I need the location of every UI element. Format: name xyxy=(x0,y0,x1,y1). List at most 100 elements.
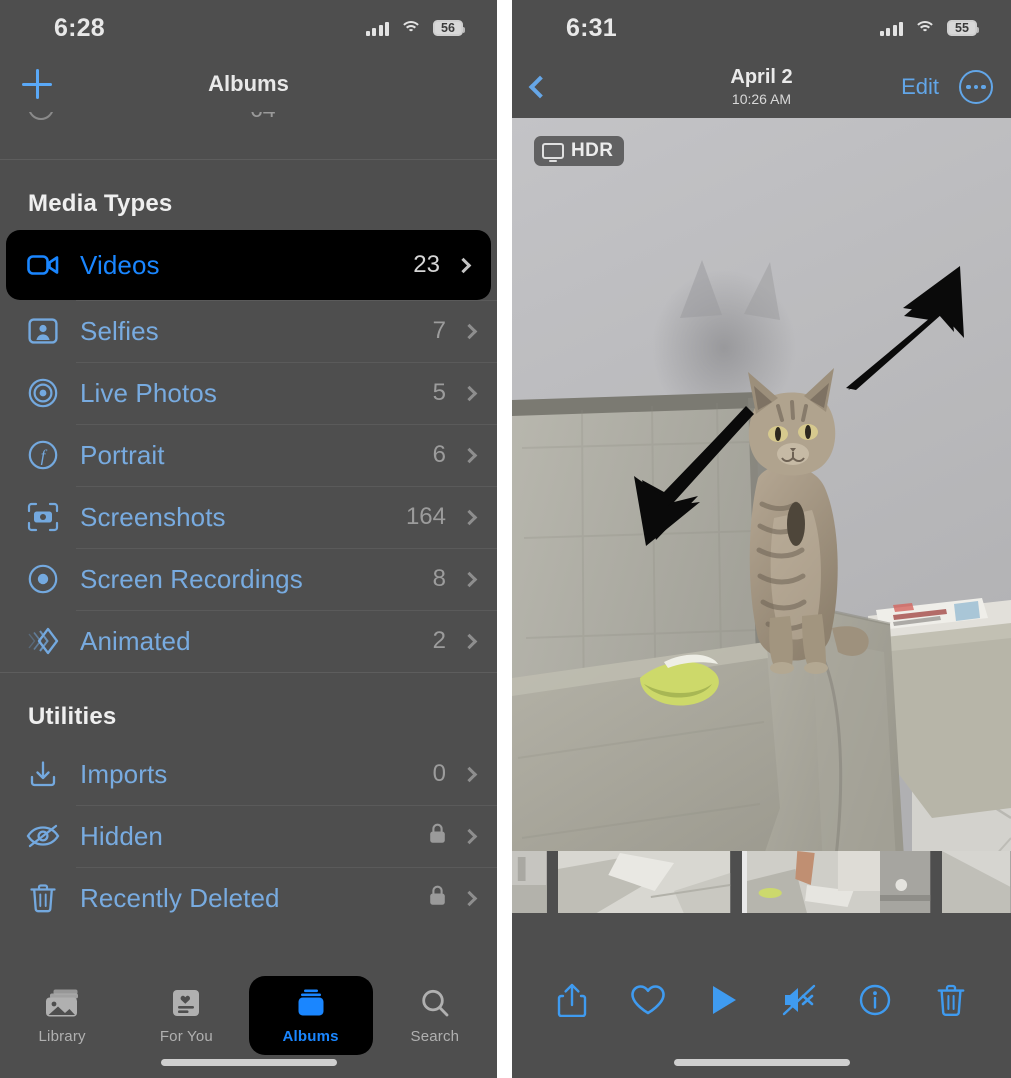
sidebar-item-screenshots[interactable]: Screenshots 164 xyxy=(0,486,497,548)
portrait-f-icon: f xyxy=(26,438,60,472)
sidebar-item-animated[interactable]: Animated 2 xyxy=(0,610,497,672)
chevron-right-icon xyxy=(455,257,472,273)
filmstrip-thumb[interactable] xyxy=(512,851,547,913)
photo-content xyxy=(512,118,1011,913)
svg-text:f: f xyxy=(41,447,48,466)
edit-button[interactable]: Edit xyxy=(901,74,939,100)
trash-icon xyxy=(937,984,965,1017)
sidebar-item-label: Screen Recordings xyxy=(80,563,303,594)
home-indicator[interactable] xyxy=(160,1059,337,1066)
sidebar-item-label: Recently Deleted xyxy=(80,882,280,913)
status-indicators: 55 xyxy=(879,20,979,36)
play-icon xyxy=(712,986,736,1014)
trash-icon xyxy=(26,881,60,915)
chevron-right-icon xyxy=(461,766,478,782)
sidebar-item-count: 6 xyxy=(432,441,446,468)
photo-date: April 2 xyxy=(730,66,793,89)
battery-icon: 55 xyxy=(947,20,979,36)
chevron-right-icon xyxy=(461,323,478,339)
sidebar-item-label: Portrait xyxy=(80,439,165,470)
sidebar-item-label: Selfies xyxy=(80,315,159,346)
status-indicators: 56 xyxy=(365,20,465,36)
status-time: 6:31 xyxy=(566,13,617,42)
battery-level: 55 xyxy=(955,21,969,35)
import-icon xyxy=(26,757,60,791)
sidebar-item-recently-deleted[interactable]: Recently Deleted xyxy=(0,867,497,929)
sidebar-item-label: Videos xyxy=(80,249,160,280)
info-icon xyxy=(860,984,891,1016)
battery-icon: 56 xyxy=(433,20,465,36)
photo-navigation-bar: April 2 10:26 AM Edit xyxy=(512,56,1011,118)
albums-navigation-bar: Albums xyxy=(0,56,497,112)
tab-for-you[interactable]: For You xyxy=(124,976,248,1055)
eye-slash-icon xyxy=(26,819,60,853)
sidebar-item-portrait[interactable]: f Portrait 6 xyxy=(0,424,497,486)
right-status-bar: 6:31 55 xyxy=(512,0,1011,56)
favorite-button[interactable] xyxy=(624,976,672,1024)
sidebar-item-count: 2 xyxy=(432,627,446,654)
clipped-list-row[interactable]: 64 xyxy=(0,112,497,160)
sidebar-item-imports[interactable]: Imports 0 xyxy=(0,743,497,805)
display-icon xyxy=(542,143,564,162)
chevron-right-icon xyxy=(461,447,478,463)
plus-icon[interactable] xyxy=(22,69,52,99)
filmstrip-thumb-current[interactable] xyxy=(747,851,881,913)
sidebar-item-count: 7 xyxy=(432,317,446,344)
delete-button[interactable] xyxy=(927,976,975,1024)
sidebar-item-count: 0 xyxy=(432,760,446,787)
search-icon xyxy=(420,984,450,1022)
mute-button[interactable] xyxy=(775,976,823,1024)
home-indicator[interactable] xyxy=(673,1059,850,1066)
bottom-tab-bar: Library For You Albums Search xyxy=(0,966,497,1078)
sidebar-item-label: Screenshots xyxy=(80,501,226,532)
tab-label: Library xyxy=(38,1028,86,1045)
wifi-icon xyxy=(400,20,422,36)
photo-viewer[interactable]: HDR xyxy=(512,118,1011,913)
photo-title: April 2 10:26 AM xyxy=(730,66,792,107)
ellipsis-circle-icon[interactable] xyxy=(959,70,993,104)
chevron-left-icon[interactable] xyxy=(528,75,552,99)
sidebar-item-count: 5 xyxy=(432,379,446,406)
filmstrip-thumb[interactable] xyxy=(558,851,731,913)
sidebar-item-hidden[interactable]: Hidden xyxy=(0,805,497,867)
chevron-right-icon xyxy=(461,385,478,401)
sidebar-item-screen-recordings[interactable]: Screen Recordings 8 xyxy=(0,548,497,610)
sidebar-item-count: 164 xyxy=(405,503,446,530)
sidebar-item-count: 8 xyxy=(432,565,446,592)
chevron-right-icon xyxy=(461,828,478,844)
section-header-utilities: Utilities xyxy=(28,703,117,730)
tab-library[interactable]: Library xyxy=(0,976,124,1055)
filmstrip-thumb[interactable] xyxy=(880,851,931,913)
share-button[interactable] xyxy=(548,976,596,1024)
wifi-icon xyxy=(914,20,936,36)
tab-label: For You xyxy=(159,1028,213,1045)
tab-label: Search xyxy=(410,1028,460,1045)
info-button[interactable] xyxy=(851,976,899,1024)
cellular-signal-icon xyxy=(879,21,903,36)
clipped-row-count: 64 xyxy=(250,112,276,123)
photo-time: 10:26 AM xyxy=(731,91,792,108)
sidebar-item-label: Hidden xyxy=(80,820,163,851)
video-camera-icon xyxy=(26,248,60,282)
sidebar-item-live-photos[interactable]: Live Photos 5 xyxy=(0,362,497,424)
chevron-right-icon xyxy=(461,509,478,525)
play-button[interactable] xyxy=(700,976,748,1024)
albums-list[interactable]: 64 Media Types Videos 23 xyxy=(0,112,497,929)
screen-record-icon xyxy=(26,562,60,596)
chevron-right-icon xyxy=(461,633,478,649)
sidebar-item-videos[interactable]: Videos 23 xyxy=(6,230,491,300)
library-photos-icon xyxy=(44,984,80,1022)
battery-level: 56 xyxy=(441,21,455,35)
tab-albums[interactable]: Albums xyxy=(248,976,373,1055)
sidebar-item-label: Live Photos xyxy=(80,377,217,408)
tab-search[interactable]: Search xyxy=(373,976,497,1055)
filmstrip-gap xyxy=(546,851,559,913)
heart-icon xyxy=(630,985,665,1015)
photo-filmstrip[interactable] xyxy=(512,851,1011,913)
right-phone-screen: 6:31 55 April 2 10:26 AM Edit HDR xyxy=(512,0,1011,1078)
sidebar-item-selfies[interactable]: Selfies 7 xyxy=(0,300,497,362)
animated-icon xyxy=(26,624,60,658)
page-title: Albums xyxy=(208,71,289,96)
filmstrip-thumb[interactable] xyxy=(942,851,1011,913)
filmstrip-gap xyxy=(730,851,743,913)
